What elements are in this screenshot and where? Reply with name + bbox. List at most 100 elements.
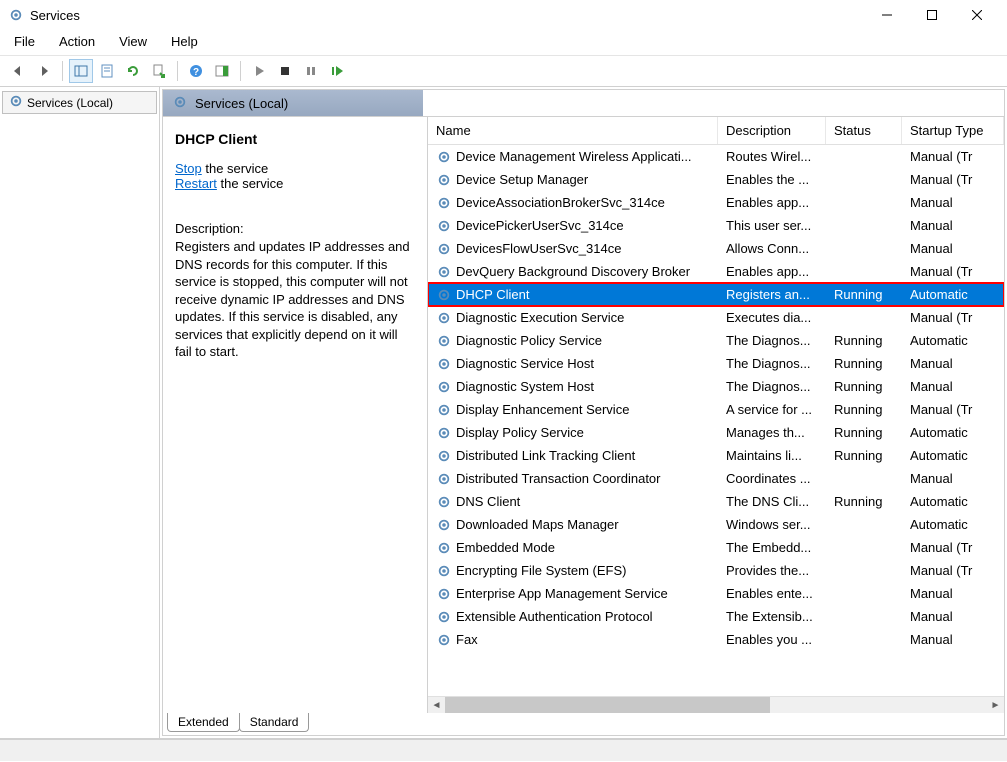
window-title: Services xyxy=(30,8,864,23)
scroll-left-arrow[interactable]: ◄ xyxy=(428,697,445,714)
services-list: Name Description Status Startup Type Dev… xyxy=(428,117,1004,713)
menu-action[interactable]: Action xyxy=(55,32,99,51)
service-startup: Manual (Tr xyxy=(902,538,1004,557)
service-row[interactable]: Downloaded Maps ManagerWindows ser...Aut… xyxy=(428,513,1004,536)
service-description: Registers an... xyxy=(718,285,826,304)
gear-icon xyxy=(436,172,452,188)
menu-help[interactable]: Help xyxy=(167,32,202,51)
service-status xyxy=(826,247,902,251)
service-description: Allows Conn... xyxy=(718,239,826,258)
forward-button[interactable] xyxy=(32,59,56,83)
service-startup: Automatic xyxy=(902,515,1004,534)
service-row[interactable]: DevQuery Background Discovery BrokerEnab… xyxy=(428,260,1004,283)
scroll-track[interactable] xyxy=(445,697,987,713)
service-status: Running xyxy=(826,285,902,304)
service-row[interactable]: Enterprise App Management ServiceEnables… xyxy=(428,582,1004,605)
tab-standard[interactable]: Standard xyxy=(239,713,310,732)
service-description: This user ser... xyxy=(718,216,826,235)
service-row[interactable]: FaxEnables you ...Manual xyxy=(428,628,1004,651)
service-row[interactable]: Diagnostic Execution Service Executes dia… xyxy=(428,306,1004,329)
service-row[interactable]: Display Policy ServiceManages th...Runni… xyxy=(428,421,1004,444)
tab-extended[interactable]: Extended xyxy=(167,713,240,732)
service-row[interactable]: Device Management Wireless Applicati...R… xyxy=(428,145,1004,168)
service-row[interactable]: Encrypting File System (EFS)Provides the… xyxy=(428,559,1004,582)
service-row[interactable]: Embedded ModeThe Embedd...Manual (Tr xyxy=(428,536,1004,559)
maximize-button[interactable] xyxy=(909,1,954,29)
scroll-right-arrow[interactable]: ► xyxy=(987,697,1004,714)
service-description: The Diagnos... xyxy=(718,354,826,373)
service-row[interactable]: DevicesFlowUserSvc_314ceAllows Conn...Ma… xyxy=(428,237,1004,260)
service-startup: Manual xyxy=(902,584,1004,603)
pane-header: Services (Local) xyxy=(163,90,1004,117)
service-description: Executes dia... xyxy=(718,308,826,327)
tree-pane: Services (Local) xyxy=(0,87,160,738)
service-row[interactable]: DeviceAssociationBrokerSvc_314ceEnables … xyxy=(428,191,1004,214)
tree-item-services-local[interactable]: Services (Local) xyxy=(2,91,157,114)
service-name: Extensible Authentication Protocol xyxy=(456,609,653,624)
service-row[interactable]: Display Enhancement ServiceA service for… xyxy=(428,398,1004,421)
service-startup: Manual xyxy=(902,239,1004,258)
gear-icon xyxy=(436,333,452,349)
service-row[interactable]: Distributed Link Tracking ClientMaintain… xyxy=(428,444,1004,467)
service-row[interactable]: Diagnostic System Host The Diagnos...Runn… xyxy=(428,375,1004,398)
service-row[interactable]: DHCP ClientRegisters an...RunningAutomat… xyxy=(428,283,1004,306)
service-status: Running xyxy=(826,377,902,396)
column-header-description[interactable]: Description xyxy=(718,117,826,144)
service-row[interactable]: Diagnostic Policy ServiceThe Diagnos...R… xyxy=(428,329,1004,352)
service-row[interactable]: Extensible Authentication Protocol The Ex… xyxy=(428,605,1004,628)
service-name: Diagnostic System Host xyxy=(456,379,594,394)
show-hide-tree-button[interactable] xyxy=(69,59,93,83)
service-row[interactable]: Distributed Transaction Coordinator Coord… xyxy=(428,467,1004,490)
restart-service-button[interactable] xyxy=(325,59,349,83)
close-button[interactable] xyxy=(954,1,999,29)
export-list-button[interactable] xyxy=(147,59,171,83)
column-header-startup[interactable]: Startup Type xyxy=(902,117,1004,144)
service-name: Diagnostic Execution Service xyxy=(456,310,624,325)
horizontal-scrollbar[interactable]: ◄ ► xyxy=(428,696,1004,713)
properties-button[interactable] xyxy=(95,59,119,83)
scroll-thumb[interactable] xyxy=(445,697,770,713)
menu-file[interactable]: File xyxy=(10,32,39,51)
service-description: The Extensib... xyxy=(718,607,826,626)
service-name: Encrypting File System (EFS) xyxy=(456,563,627,578)
restart-link[interactable]: Restart xyxy=(175,176,217,191)
service-row[interactable]: Device Setup ManagerEnables the ...Manua… xyxy=(428,168,1004,191)
refresh-button[interactable] xyxy=(121,59,145,83)
column-header-status[interactable]: Status xyxy=(826,117,902,144)
svg-text:?: ? xyxy=(193,67,199,78)
service-status xyxy=(826,546,902,550)
service-description: Manages th... xyxy=(718,423,826,442)
service-status xyxy=(826,316,902,320)
show-hide-action-pane-button[interactable] xyxy=(210,59,234,83)
service-description: The Diagnos... xyxy=(718,377,826,396)
service-status xyxy=(826,477,902,481)
service-name: Distributed Transaction Coordinator xyxy=(456,471,661,486)
service-name: Display Policy Service xyxy=(456,425,584,440)
column-header-name[interactable]: Name xyxy=(428,117,718,144)
stop-link[interactable]: Stop xyxy=(175,161,202,176)
view-tabs: Extended Standard xyxy=(163,713,1004,735)
service-startup: Manual xyxy=(902,607,1004,626)
minimize-button[interactable] xyxy=(864,1,909,29)
back-button[interactable] xyxy=(6,59,30,83)
service-name: DevicePickerUserSvc_314ce xyxy=(456,218,624,233)
pause-service-button[interactable] xyxy=(299,59,323,83)
service-startup: Manual (Tr xyxy=(902,262,1004,281)
service-status: Running xyxy=(826,331,902,350)
list-body[interactable]: Device Management Wireless Applicati...R… xyxy=(428,145,1004,696)
menu-view[interactable]: View xyxy=(115,32,151,51)
service-row[interactable]: DNS ClientThe DNS Cli...RunningAutomatic xyxy=(428,490,1004,513)
service-row[interactable]: DevicePickerUserSvc_314ce This user ser..… xyxy=(428,214,1004,237)
gear-icon xyxy=(436,586,452,602)
service-startup: Manual xyxy=(902,216,1004,235)
service-row[interactable]: Diagnostic Service HostThe Diagnos...Run… xyxy=(428,352,1004,375)
service-status xyxy=(826,638,902,642)
service-status xyxy=(826,523,902,527)
gear-icon xyxy=(436,448,452,464)
stop-service-button[interactable] xyxy=(273,59,297,83)
start-service-button[interactable] xyxy=(247,59,271,83)
list-header: Name Description Status Startup Type xyxy=(428,117,1004,145)
service-name: DeviceAssociationBrokerSvc_314ce xyxy=(456,195,665,210)
service-description: Coordinates ... xyxy=(718,469,826,488)
help-button[interactable]: ? xyxy=(184,59,208,83)
